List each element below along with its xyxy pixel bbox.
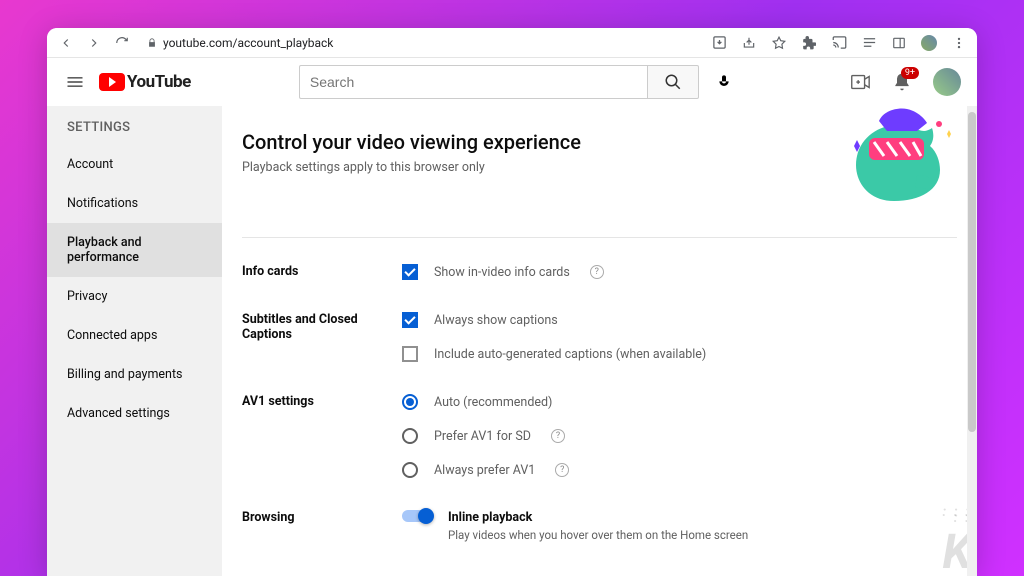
radio-icon[interactable] <box>402 394 418 410</box>
chrome-menu-icon[interactable] <box>951 35 967 51</box>
create-icon <box>849 71 871 93</box>
sidebar-item-advanced[interactable]: Advanced settings <box>47 394 222 433</box>
help-icon[interactable]: ? <box>555 463 569 477</box>
youtube-wordmark: YouTube <box>127 72 191 92</box>
option-show-info-cards[interactable]: Show in-video info cards ? <box>402 264 957 280</box>
hero-illustration <box>839 106 959 206</box>
option-label: Show in-video info cards <box>434 265 570 280</box>
section-heading: AV1 settings <box>242 394 402 478</box>
option-label: Always show captions <box>434 313 558 328</box>
chrome-profile-avatar[interactable] <box>921 35 937 51</box>
reading-list-icon[interactable] <box>861 35 877 51</box>
search-icon <box>664 73 682 91</box>
toggle-switch[interactable] <box>402 510 432 522</box>
section-heading: Browsing <box>242 510 402 542</box>
option-label: Auto (recommended) <box>434 395 552 410</box>
sidebar-item-account[interactable]: Account <box>47 145 222 184</box>
youtube-play-icon <box>99 73 125 91</box>
voice-search-button[interactable] <box>707 65 741 99</box>
search-button[interactable] <box>647 65 699 99</box>
checkbox-icon[interactable] <box>402 346 418 362</box>
microphone-icon <box>716 74 732 90</box>
scrollbar-thumb[interactable] <box>968 112 976 432</box>
sidebar-heading: SETTINGS <box>47 120 222 145</box>
sidebar-item-connected-apps[interactable]: Connected apps <box>47 316 222 355</box>
section-captions: Subtitles and Closed Captions Always sho… <box>242 312 957 362</box>
help-icon[interactable]: ? <box>551 429 565 443</box>
reload-button[interactable] <box>113 34 131 52</box>
option-label: Always prefer AV1 <box>434 463 535 478</box>
account-avatar[interactable] <box>933 68 961 96</box>
sidebar-item-billing[interactable]: Billing and payments <box>47 355 222 394</box>
option-label: Prefer AV1 for SD <box>434 429 531 444</box>
scrollbar[interactable] <box>967 106 977 576</box>
settings-sidebar: SETTINGS Account Notifications Playback … <box>47 106 222 576</box>
youtube-logo[interactable]: YouTube <box>99 72 191 92</box>
option-label: Include auto-generated captions (when av… <box>434 347 706 362</box>
share-icon[interactable] <box>741 35 757 51</box>
address-bar[interactable]: youtube.com/account_playback <box>141 36 701 50</box>
header-actions: 9+ <box>849 68 961 96</box>
option-always-show-captions[interactable]: Always show captions <box>402 312 957 328</box>
toggle-title: Inline playback <box>448 510 748 525</box>
page-body: SETTINGS Account Notifications Playback … <box>47 106 977 576</box>
cast-icon[interactable] <box>831 35 847 51</box>
option-av1-sd[interactable]: Prefer AV1 for SD ? <box>402 428 957 444</box>
option-inline-playback[interactable]: Inline playback Play videos when you hov… <box>402 510 957 542</box>
section-heading: Subtitles and Closed Captions <box>242 312 402 362</box>
sidebar-item-playback[interactable]: Playback and performance <box>47 223 222 277</box>
notification-badge: 9+ <box>901 67 919 79</box>
divider <box>242 237 957 238</box>
option-auto-captions[interactable]: Include auto-generated captions (when av… <box>402 346 957 362</box>
forward-button[interactable] <box>85 34 103 52</box>
star-icon[interactable] <box>771 35 787 51</box>
url-text: youtube.com/account_playback <box>163 36 333 50</box>
extensions-icon[interactable] <box>801 35 817 51</box>
install-icon[interactable] <box>711 35 727 51</box>
yt-header: YouTube 9+ <box>47 58 977 106</box>
side-panel-icon[interactable] <box>891 35 907 51</box>
checkbox-icon[interactable] <box>402 264 418 280</box>
section-browsing: Browsing Inline playback Play videos whe… <box>242 510 957 542</box>
back-button[interactable] <box>57 34 75 52</box>
settings-content: Control your video viewing experience Pl… <box>222 106 977 576</box>
lock-icon <box>147 38 157 48</box>
create-button[interactable] <box>849 71 871 93</box>
section-info-cards: Info cards Show in-video info cards ? <box>242 264 957 280</box>
toggle-subtitle: Play videos when you hover over them on … <box>448 528 748 542</box>
radio-icon[interactable] <box>402 462 418 478</box>
menu-icon[interactable] <box>63 70 87 94</box>
option-av1-auto[interactable]: Auto (recommended) <box>402 394 957 410</box>
browser-window: youtube.com/account_playback YouTube <box>47 28 977 576</box>
search-box <box>299 65 699 99</box>
sidebar-item-privacy[interactable]: Privacy <box>47 277 222 316</box>
chrome-actions <box>711 35 967 51</box>
section-av1: AV1 settings Auto (recommended) Prefer A… <box>242 394 957 478</box>
checkbox-icon[interactable] <box>402 312 418 328</box>
option-av1-always[interactable]: Always prefer AV1 ? <box>402 462 957 478</box>
notifications-button[interactable]: 9+ <box>891 71 913 93</box>
help-icon[interactable]: ? <box>590 265 604 279</box>
section-heading: Info cards <box>242 264 402 280</box>
radio-icon[interactable] <box>402 428 418 444</box>
sidebar-item-notifications[interactable]: Notifications <box>47 184 222 223</box>
browser-chrome: youtube.com/account_playback <box>47 28 977 58</box>
search-input[interactable] <box>299 65 647 99</box>
